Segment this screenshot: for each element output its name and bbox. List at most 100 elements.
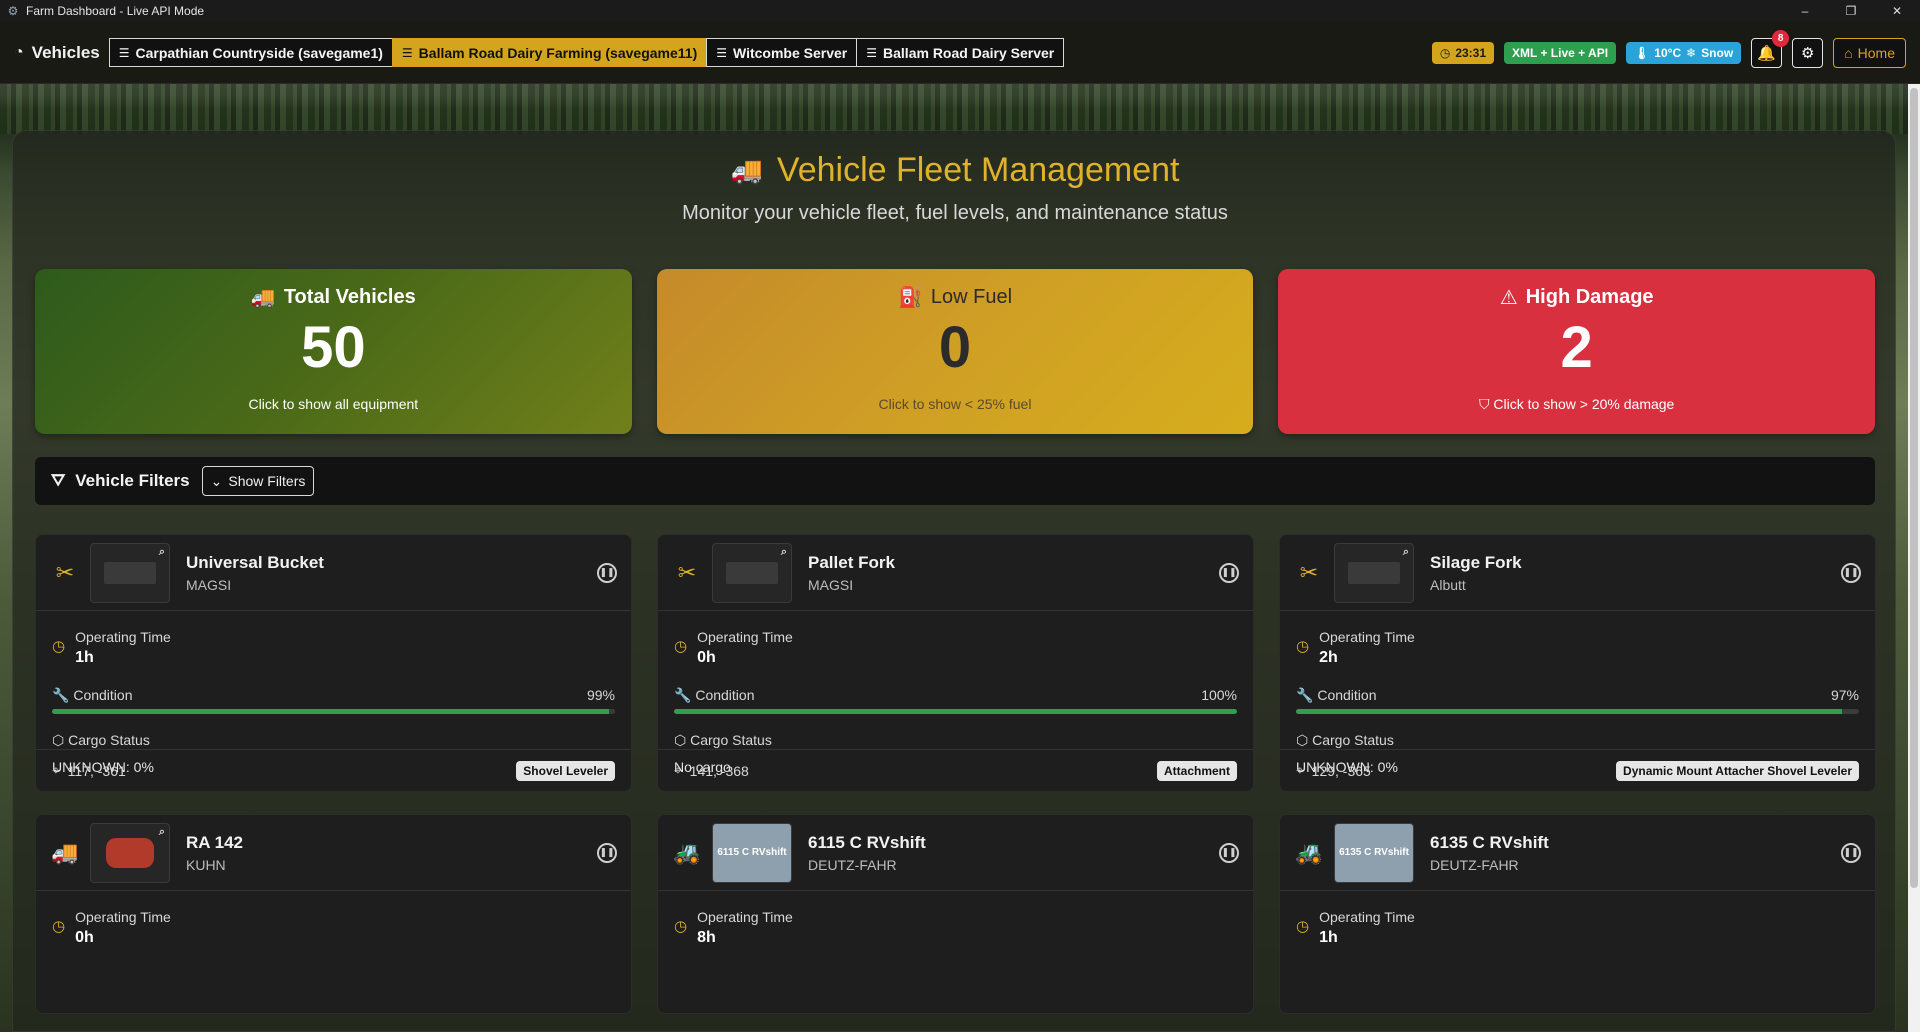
clock-icon: ◷ <box>674 638 688 655</box>
pause-icon[interactable]: ❚❚ <box>1219 562 1239 583</box>
house-icon: ⌂ <box>1844 44 1853 61</box>
operating-time-value: 1h <box>75 649 94 666</box>
vehicle-image <box>726 561 778 584</box>
vehicle-name: 6135 C RVshift <box>1430 832 1549 852</box>
app-icon: ⚙ <box>7 4 19 18</box>
condition-value: 97% <box>1830 687 1859 703</box>
window-title: Farm Dashboard - Live API Mode <box>26 4 205 18</box>
scrollbar-thumb[interactable] <box>1910 88 1918 888</box>
condition-bar <box>52 709 615 714</box>
clock-icon: ◷ <box>1439 45 1451 60</box>
vehicle-card[interactable]: 🚜 6115 C RVshift 6115 C RVshift DEUTZ-FAH… <box>657 814 1254 1014</box>
brand[interactable]: ◔ Vehicles <box>14 43 100 63</box>
thermometer-icon: 🌡 <box>1634 45 1650 60</box>
pause-icon[interactable]: ❚❚ <box>1841 562 1861 583</box>
zoom-icon: ⌕ <box>158 825 165 838</box>
server-icon: ☰ <box>716 45 727 60</box>
vehicle-type-tag: Shovel Leveler <box>516 760 615 781</box>
vehicle-thumbnail[interactable]: 6135 C RVshift <box>1334 822 1414 883</box>
pause-icon[interactable]: ❚❚ <box>1841 842 1861 863</box>
operating-time-value: 1h <box>1319 929 1338 946</box>
vehicle-card[interactable]: ✂ ⌕ Silage Fork Albutt ❚❚ ◷ Operating Time… <box>1279 534 1876 792</box>
total-vehicles-title: Total Vehicles <box>283 286 416 308</box>
cargo-status-label: Cargo Status <box>1312 732 1394 748</box>
home-button[interactable]: ⌂ Home <box>1833 37 1906 68</box>
settings-button[interactable]: ⚙ <box>1792 37 1824 68</box>
close-button[interactable]: ✕ <box>1874 0 1920 22</box>
minimize-button[interactable]: – <box>1782 0 1828 22</box>
tab-label: Ballam Road Dairy Server <box>883 44 1055 61</box>
warning-icon: ⚠ <box>1499 287 1518 309</box>
vehicle-brand: DEUTZ-FAHR <box>808 856 897 873</box>
vehicle-card[interactable]: ✂ ⌕ Pallet Fork MAGSI ❚❚ ◷ Operating Time 0… <box>657 534 1254 792</box>
tab-ballam-road-dairy-server[interactable]: ☰ Ballam Road Dairy Server <box>856 38 1065 67</box>
condition-value: 100% <box>1201 687 1237 703</box>
low-fuel-value: 0 <box>938 315 972 380</box>
vehicle-name: Silage Fork <box>1430 552 1522 572</box>
vehicle-image <box>1348 561 1400 584</box>
vehicle-card[interactable]: 🚜 6135 C RVshift 6135 C RVshift DEUTZ-FAH… <box>1279 814 1876 1014</box>
notifications-button[interactable]: 🔔 8 <box>1751 29 1790 68</box>
vehicle-thumbnail[interactable]: ⌕ <box>90 822 170 883</box>
vehicle-thumbnail[interactable]: ⌕ <box>712 542 792 603</box>
vehicle-image <box>106 837 154 868</box>
vehicle-card[interactable]: 🚚 ⌕ RA 142 KUHN ❚❚ ◷ Operating Time 0h <box>35 814 632 1014</box>
map-pin-icon: ⌖ <box>674 762 682 778</box>
vehicle-brand: DEUTZ-FAHR <box>1430 856 1519 873</box>
condition-label: Condition <box>73 687 133 703</box>
clock-icon: ◷ <box>52 638 66 655</box>
pause-icon[interactable]: ❚❚ <box>597 562 617 583</box>
weather-badge: 🌡 10°C ❄ Snow <box>1626 41 1742 64</box>
condition-bar <box>674 709 1237 714</box>
operating-time-value: 8h <box>697 929 716 946</box>
tractor-icon: 🚜 <box>673 839 701 865</box>
maximize-button[interactable]: ❐ <box>1828 0 1874 22</box>
shield-icon: ⛉ <box>1479 396 1490 412</box>
vehicle-image <box>104 561 156 584</box>
truck-icon: 🚚 <box>51 839 79 865</box>
operating-time-value: 0h <box>75 929 94 946</box>
background-treeline <box>0 84 1908 134</box>
vehicle-thumbnail[interactable]: ⌕ <box>1334 542 1414 603</box>
map-pin-icon: ⌖ <box>1296 762 1304 778</box>
zoom-icon: ⌕ <box>780 545 787 558</box>
box-icon: ⬡ <box>674 732 687 748</box>
truck-icon: 🚚 <box>730 155 763 185</box>
vehicle-thumbnail[interactable]: 6115 C RVshift <box>712 822 792 883</box>
operating-time-label: Operating Time <box>75 909 171 925</box>
tab-ballam-road-dairy-farming[interactable]: ☰ Ballam Road Dairy Farming (savegame11) <box>391 38 708 67</box>
vehicle-thumbnail[interactable]: ⌕ <box>90 542 170 603</box>
vehicle-filters-bar: ⛛ Vehicle Filters ⌄ Show Filters <box>35 457 1875 505</box>
bell-icon: 🔔 <box>1757 44 1777 62</box>
high-damage-value: 2 <box>1560 315 1593 380</box>
total-vehicles-value: 50 <box>301 315 366 380</box>
condition-bar <box>1296 709 1859 714</box>
clock-icon: ◷ <box>52 918 66 935</box>
show-filters-button[interactable]: ⌄ Show Filters <box>201 466 315 496</box>
page-scrollbar[interactable] <box>1908 84 1920 1032</box>
tab-witcombe-server[interactable]: ☰ Witcombe Server <box>706 38 858 67</box>
gauge-icon: ◔ <box>14 43 24 61</box>
vehicle-brand: MAGSI <box>808 576 854 593</box>
operating-time-value: 0h <box>697 649 716 666</box>
high-damage-card[interactable]: ⚠ High Damage 2 ⛉ Click to show > 20% dam… <box>1278 269 1876 434</box>
condition-label: Condition <box>1317 687 1377 703</box>
clock-icon: ◷ <box>1296 918 1310 935</box>
vehicle-name: RA 142 <box>186 832 244 852</box>
pause-icon[interactable]: ❚❚ <box>1219 842 1239 863</box>
pause-icon[interactable]: ❚❚ <box>597 842 617 863</box>
vehicle-coordinates: 117, -361 <box>67 762 126 779</box>
total-vehicles-card[interactable]: 🚚 Total Vehicles 50 Click to show all equ… <box>35 269 632 434</box>
low-fuel-hint: Click to show < 25% fuel <box>878 396 1032 412</box>
gear-icon: ⚙ <box>1800 44 1815 62</box>
low-fuel-card[interactable]: ⛽ Low Fuel 0 Click to show < 25% fuel <box>656 269 1254 434</box>
vehicle-brand: KUHN <box>186 856 226 873</box>
vehicle-coordinates: 141, -368 <box>689 762 749 779</box>
vehicle-thumbnail-label: 6115 C RVshift <box>717 847 787 858</box>
vehicle-card[interactable]: ✂ ⌕ Universal Bucket MAGSI ❚❚ ◷ Operating … <box>35 534 632 792</box>
tab-carpathian-countryside[interactable]: ☰ Carpathian Countryside (savegame1) <box>108 38 393 67</box>
tools-icon: ✂ <box>1299 559 1319 585</box>
vehicle-name: Pallet Fork <box>808 552 895 572</box>
home-label: Home <box>1857 44 1895 61</box>
window-titlebar: ⚙ Farm Dashboard - Live API Mode – ❐ ✕ <box>0 0 1920 22</box>
